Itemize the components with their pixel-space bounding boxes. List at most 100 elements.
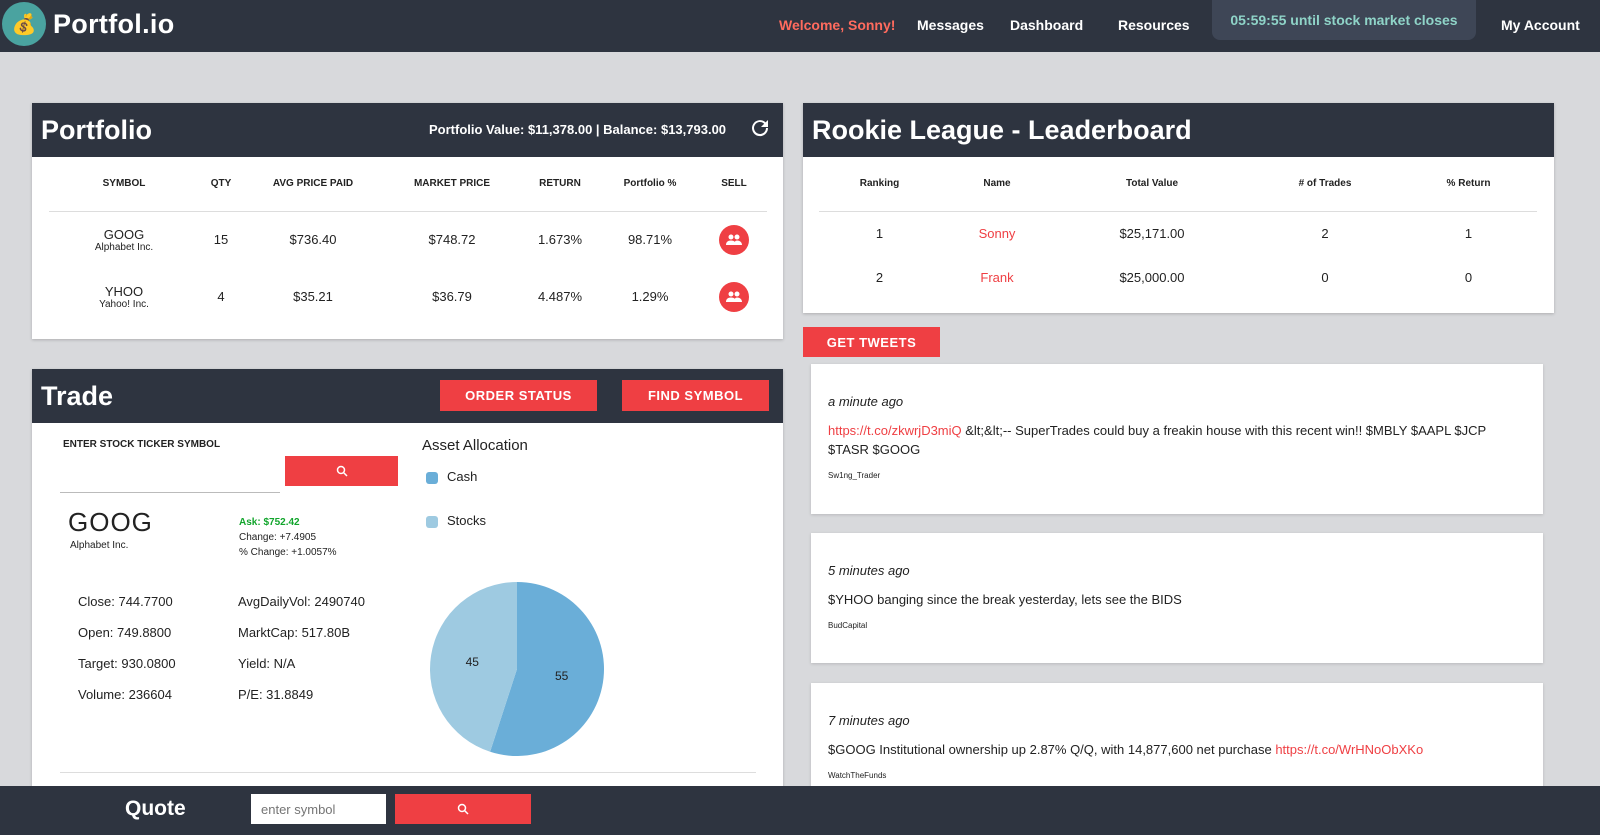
market-price: $748.72 [428, 232, 476, 248]
stat-target: Target: 930.0800 [78, 656, 176, 671]
portfolio-header: Portfolio Portfolio Value: $11,378.00 | … [32, 103, 783, 157]
tweet-card: 5 minutes ago $YHOO banging since the br… [811, 533, 1543, 663]
qty: 4 [217, 289, 225, 304]
table-row: 2 Frank $25,000.00 0 0 [819, 255, 1537, 299]
symbol: YHOO [104, 283, 144, 299]
table-row: 1 Sonny $25,171.00 2 1 [819, 211, 1537, 255]
tweet-time: a minute ago [828, 394, 904, 409]
avg-price: $35.21 [293, 289, 333, 304]
money-bag-logo-icon[interactable]: 💰 [2, 2, 46, 46]
search-icon [457, 803, 469, 815]
stat-avg-daily-vol: AvgDailyVol: 2490740 [238, 594, 365, 609]
tweet-user[interactable]: BudCapital [828, 621, 1526, 630]
col-symbol: SYMBOL [102, 178, 146, 190]
tweet-time: 7 minutes ago [828, 713, 910, 728]
pie-label-cash: 55 [555, 669, 569, 683]
leaderboard-table: Ranking Name Total Value # of Trades % R… [819, 157, 1537, 299]
col-return: % Return [1446, 178, 1491, 190]
stat-volume: Volume: 236604 [78, 687, 172, 702]
nav-resources[interactable]: Resources [1118, 17, 1190, 33]
legend-stocks-swatch [426, 516, 438, 528]
refresh-icon[interactable] [748, 116, 772, 140]
trade-header: Trade ORDER STATUS FIND SYMBOL [32, 369, 783, 423]
ticker-search-button[interactable] [285, 456, 398, 486]
pct-return: 0 [1464, 269, 1473, 285]
portfolio-pct: 1.29% [631, 289, 669, 304]
order-status-button[interactable]: ORDER STATUS [440, 380, 597, 411]
leaderboard-panel: Rookie League - Leaderboard Ranking Name… [803, 103, 1554, 313]
rank: 1 [875, 225, 884, 241]
quote-symbol-input[interactable] [251, 794, 386, 824]
ticker-input[interactable] [60, 459, 280, 493]
sell-cell [701, 268, 767, 325]
portfolio-table: SYMBOL QTY AVG PRICE PAID MARKET PRICE R… [49, 157, 767, 325]
stat-market-cap: MarktCap: 517.80B [238, 625, 351, 640]
col-portfolio-pct: Portfolio % [623, 178, 677, 190]
tweet-user[interactable]: Sw1ng_Trader [828, 471, 1526, 480]
search-icon [336, 465, 348, 477]
allocation-title: Asset Allocation [422, 437, 528, 454]
col-market-price: MARKET PRICE [413, 178, 491, 190]
stat-pe: P/E: 31.8849 [238, 687, 314, 702]
tweet-link[interactable]: https://t.co/WrHNoObXKo [1275, 742, 1423, 757]
nav-dashboard[interactable]: Dashboard [1010, 17, 1083, 33]
tweet-body: $GOOG Institutional ownership up 2.87% Q… [828, 742, 1276, 757]
trade-count: 0 [1321, 269, 1329, 285]
allocation-pie-chart: 55 45 [430, 582, 604, 756]
col-ranking: Ranking [859, 178, 900, 190]
company-name: Alphabet Inc. [94, 241, 154, 253]
tweet-card: a minute ago https://t.co/zkwrjD3miQ &lt… [811, 364, 1543, 514]
pct-return: 1 [1464, 225, 1473, 241]
tweet-body: $YHOO banging since the break yesterday,… [828, 592, 1182, 607]
rank: 2 [875, 269, 884, 285]
pct-change-value: % Change: +1.0057% [239, 547, 337, 558]
quote-search-button[interactable] [395, 794, 531, 824]
legend-stocks-label[interactable]: Stocks [447, 513, 486, 528]
market-price: $36.79 [432, 289, 472, 304]
quote-symbol: GOOG [68, 507, 153, 537]
trade-panel: Trade ORDER STATUS FIND SYMBOL ENTER STO… [32, 369, 783, 799]
tweet-text: $GOOG Institutional ownership up 2.87% Q… [828, 740, 1526, 759]
welcome-message: Welcome, Sonny! [779, 17, 896, 33]
tweet-card: 7 minutes ago $GOOG Institutional owners… [811, 683, 1543, 793]
col-return: RETURN [539, 178, 581, 190]
portfolio-panel: Portfolio Portfolio Value: $11,378.00 | … [32, 103, 783, 339]
symbol-cell: YHOO Yahoo! Inc. [49, 268, 199, 325]
legend-cash-swatch [426, 472, 438, 484]
tweet-time: 5 minutes ago [828, 563, 910, 578]
legend-cash-label[interactable]: Cash [447, 469, 477, 484]
sell-button[interactable] [719, 224, 749, 255]
stat-yield: Yield: N/A [238, 656, 296, 671]
quote-bar: Quote [0, 786, 1600, 835]
col-sell: SELL [721, 178, 747, 190]
avg-price: $736.40 [289, 232, 337, 248]
nav-messages[interactable]: Messages [917, 17, 984, 33]
trade-count: 2 [1321, 225, 1329, 241]
return: 1.673% [537, 232, 583, 248]
col-trades: # of Trades [1298, 178, 1352, 190]
player-name-link[interactable]: Frank [940, 255, 1054, 299]
portfolio-pct: 98.71% [627, 232, 673, 248]
people-icon [726, 291, 742, 302]
find-symbol-button[interactable]: FIND SYMBOL [622, 380, 769, 411]
portfolio-header-row: SYMBOL QTY AVG PRICE PAID MARKET PRICE R… [49, 157, 767, 211]
total-value: $25,171.00 [1119, 225, 1185, 241]
change-value: Change: +7.4905 [239, 532, 317, 543]
get-tweets-button[interactable]: GET TWEETS [803, 327, 940, 357]
brand-name[interactable]: Portfol.io [53, 9, 174, 40]
player-name-link[interactable]: Sonny [940, 211, 1054, 255]
col-qty: QTY [210, 178, 232, 190]
ask-price: Ask: $752.42 [239, 517, 300, 528]
return: 4.487% [537, 289, 583, 304]
stat-close: Close: 744.7700 [78, 594, 173, 609]
nav-my-account[interactable]: My Account [1501, 17, 1580, 33]
qty: 15 [213, 232, 229, 248]
stat-open: Open: 749.8800 [78, 625, 172, 640]
tweet-user[interactable]: WatchTheFunds [828, 771, 1526, 780]
col-avg-price: AVG PRICE PAID [272, 178, 354, 190]
tweet-link[interactable]: https://t.co/zkwrjD3miQ [828, 423, 962, 438]
sell-button[interactable] [719, 281, 749, 312]
col-name: Name [983, 178, 1011, 190]
portfolio-summary: Portfolio Value: $11,378.00 | Balance: $… [429, 122, 727, 137]
leaderboard-header-row: Ranking Name Total Value # of Trades % R… [819, 157, 1537, 211]
